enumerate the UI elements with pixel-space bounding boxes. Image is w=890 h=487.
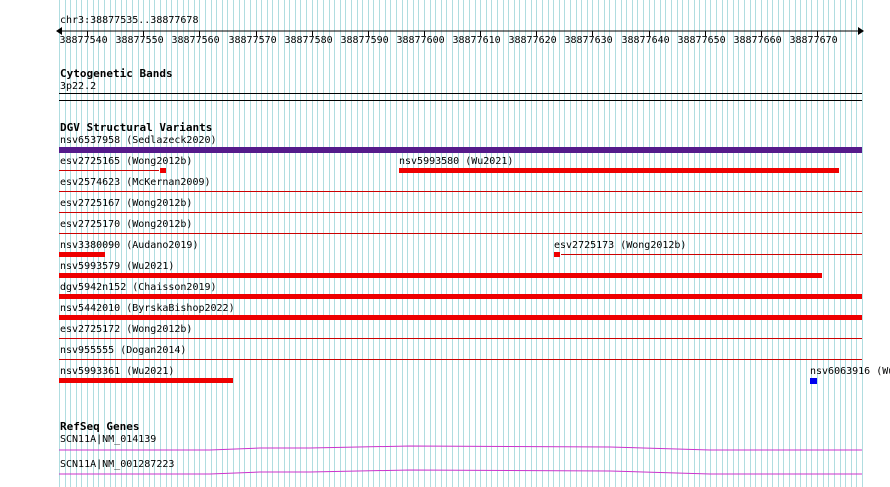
dgv-track-title[interactable]: DGV Structural Variants [60,122,212,134]
variant-label[interactable]: nsv6537958 (Sedlazeck2020) [60,135,217,146]
ruler-tick-label: 38877600 [396,35,445,46]
ruler-tick-label: 38877540 [59,35,108,46]
variant-label[interactable]: esv2574623 (McKernan2009) [60,177,211,188]
track-divider [59,100,862,101]
variant-label[interactable]: nsv6063916 (Wu [810,366,890,377]
ruler-tick-label: 38877630 [564,35,613,46]
variant-label[interactable]: nsv5993361 (Wu2021) [60,366,174,377]
ruler-tick-label: 38877570 [228,35,277,46]
variant-label[interactable]: esv2725165 (Wong2012b) [60,156,192,167]
ruler-tick-label: 38877620 [508,35,557,46]
variant-label[interactable]: esv2725170 (Wong2012b) [60,219,192,230]
variant-label[interactable]: esv2725173 (Wong2012b) [554,240,686,251]
refseq-track-title[interactable]: RefSeq Genes [60,421,139,433]
cytoband-label[interactable]: 3p22.2 [60,81,96,92]
variant-label[interactable]: dgv5942n152 (Chaisson2019) [60,282,217,293]
variant-bar-blue[interactable] [810,378,817,384]
variant-bar[interactable] [554,252,560,257]
variant-line [59,233,862,234]
variant-bar[interactable] [59,315,862,320]
variant-label[interactable]: esv2725167 (Wong2012b) [60,198,192,209]
variant-label[interactable]: esv2725172 (Wong2012b) [60,324,192,335]
cytogenetic-track-title[interactable]: Cytogenetic Bands [60,68,173,80]
variant-label[interactable]: nsv5993579 (Wu2021) [60,261,174,272]
variant-bar-sedlazeck[interactable] [59,147,862,153]
variant-label[interactable]: nsv5993580 (Wu2021) [399,156,513,167]
ruler-tick-label: 38877590 [340,35,389,46]
cytoband-line [59,93,862,94]
ruler-tick-label: 38877650 [677,35,726,46]
ruler-tick-label: 38877560 [171,35,220,46]
gene-models[interactable] [0,440,890,480]
ruler-tick-label: 38877580 [284,35,333,46]
variant-line [561,254,862,255]
ruler-tick-label: 38877640 [621,35,670,46]
ruler-tick-label: 38877670 [789,35,838,46]
variant-bar[interactable] [160,168,166,173]
ruler-tick-label: 38877610 [452,35,501,46]
variant-line [59,359,862,360]
variant-bar[interactable] [399,168,839,173]
variant-bar[interactable] [59,378,233,383]
variant-line [59,212,862,213]
variant-bar[interactable] [59,273,822,278]
variant-bar[interactable] [59,252,105,257]
variant-label[interactable]: nsv3380090 (Audano2019) [60,240,198,251]
variant-bar[interactable] [59,294,862,299]
variant-line [59,170,159,171]
ruler-tick-label: 38877550 [115,35,164,46]
variant-label[interactable]: nsv5442010 (ByrskaBishop2022) [60,303,235,314]
ruler-tick-label: 38877660 [733,35,782,46]
variant-line [59,338,862,339]
variant-label[interactable]: nsv955555 (Dogan2014) [60,345,186,356]
variant-line [59,191,862,192]
